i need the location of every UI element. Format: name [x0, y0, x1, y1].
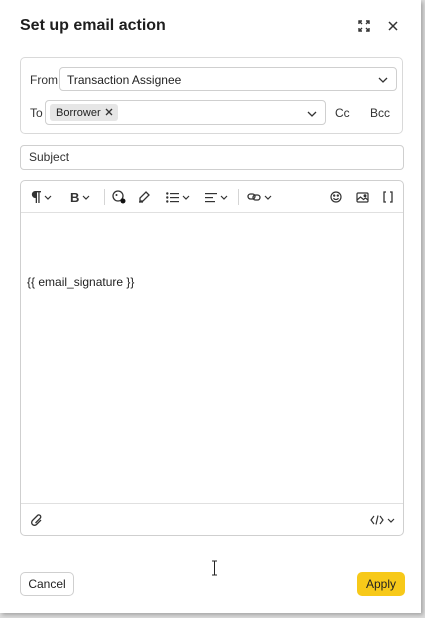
- from-select[interactable]: Transaction Assignee: [59, 67, 397, 91]
- paragraph-icon[interactable]: [31, 189, 52, 205]
- to-select[interactable]: Borrower: [45, 100, 326, 125]
- text-color-icon[interactable]: [112, 189, 126, 205]
- subject-input[interactable]: Subject: [20, 145, 404, 170]
- dialog-title: Set up email action: [20, 17, 166, 34]
- list-icon[interactable]: [166, 189, 190, 205]
- email-body-editor[interactable]: B {{email_signature}}: [20, 180, 404, 576]
- email-action-dialog: Set up email action From Transaction Ass…: [0, 0, 421, 613]
- text-cursor-icon: [211, 560, 218, 581]
- brackets-icon[interactable]: [383, 189, 393, 205]
- expand-icon[interactable]: [356, 18, 372, 34]
- image-icon[interactable]: [356, 189, 369, 205]
- chip-remove-icon[interactable]: [105, 107, 113, 119]
- paperclip-icon[interactable]: [31, 512, 43, 528]
- bold-icon[interactable]: B: [70, 189, 90, 205]
- code-icon[interactable]: [370, 512, 395, 528]
- link-icon[interactable]: [247, 189, 272, 205]
- chevron-down-icon: [307, 106, 317, 120]
- editor-toolbar: B: [21, 181, 403, 213]
- recipient-chip: Borrower: [50, 104, 118, 121]
- close-icon[interactable]: [385, 18, 401, 34]
- editor-content: {{ email_signature }}: [27, 275, 135, 289]
- bcc-button[interactable]: Bcc: [370, 106, 390, 120]
- from-label: From: [30, 73, 58, 87]
- apply-button[interactable]: Apply: [357, 572, 405, 596]
- to-label: To: [30, 106, 43, 120]
- highlight-icon[interactable]: [138, 189, 150, 205]
- emoji-icon[interactable]: [330, 189, 342, 205]
- cc-button[interactable]: Cc: [335, 106, 350, 120]
- toolbar-divider: [104, 189, 105, 205]
- chevron-down-icon: [378, 72, 388, 86]
- editor-footer: [21, 503, 403, 535]
- align-icon[interactable]: [205, 189, 228, 205]
- toolbar-divider: [238, 189, 239, 205]
- recipients-section: From Transaction Assignee To Borrower Cc…: [20, 57, 403, 134]
- from-value: Transaction Assignee: [67, 73, 182, 87]
- cancel-button[interactable]: Cancel: [20, 572, 74, 596]
- chip-label: Borrower: [56, 106, 101, 119]
